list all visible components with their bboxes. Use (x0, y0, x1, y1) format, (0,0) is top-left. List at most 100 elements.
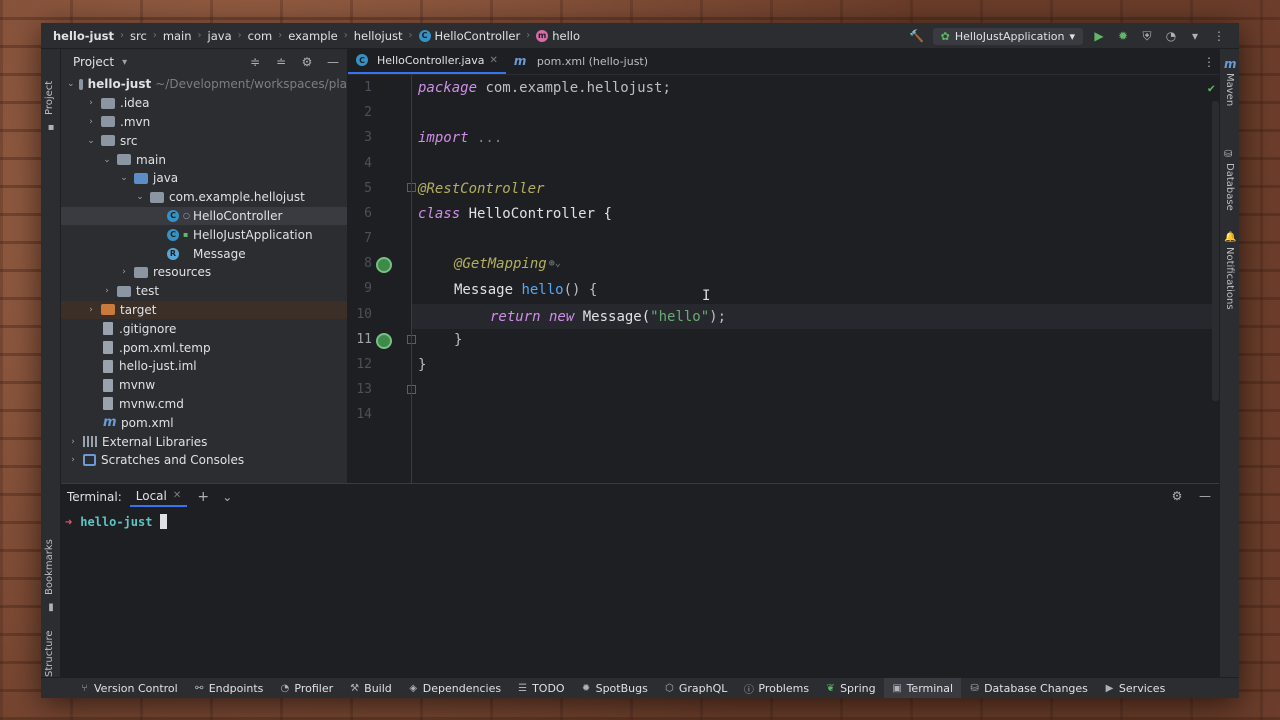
tool-window-bar-bottom: ⑂ Version Control ⚯ Endpoints ◔ Profiler ⚒ B… (41, 677, 1239, 698)
endpoints-button[interactable]: ⚯ Endpoints (186, 678, 272, 699)
services-button[interactable]: ▶ Services (1096, 678, 1173, 699)
tab-pom[interactable]: m pom.xml (hello-just) (506, 48, 656, 74)
graphql-button[interactable]: ⬡ GraphQL (656, 678, 736, 699)
minimize-icon[interactable]: — (1197, 488, 1213, 504)
debug-bug-icon[interactable]: ✹ (1115, 28, 1131, 44)
hammer-build-icon[interactable]: 🔨 (909, 28, 925, 44)
tree-item-external-libraries[interactable]: › External Libraries (61, 432, 347, 451)
terminal-prompt[interactable]: ➜ hello-just (65, 514, 168, 529)
code-line-11: return new Message("hello"); (490, 304, 726, 329)
close-icon[interactable]: ✕ (173, 490, 181, 501)
tree-item-label: .pom.xml.temp (119, 340, 211, 355)
profiler-icon[interactable]: ◔ (1163, 28, 1179, 44)
tree-item-src[interactable]: ⌄ src (61, 131, 347, 150)
info-icon: ⓘ (743, 684, 754, 696)
profiler-button[interactable]: ◔ Profiler (271, 678, 341, 699)
run-icon[interactable]: ▶ (1091, 28, 1107, 44)
close-icon[interactable]: ✕ (490, 55, 498, 66)
tree-item-mvnw-cmd[interactable]: mvnw.cmd (61, 395, 347, 414)
project-tool-button[interactable]: Project (44, 81, 55, 115)
add-icon[interactable]: + (195, 489, 211, 505)
bookmarks-tool-button[interactable]: Bookmarks (44, 539, 55, 595)
spring-button[interactable]: ❦ Spring (817, 678, 884, 699)
spotbugs-button[interactable]: ✹ SpotBugs (573, 678, 656, 699)
minimize-icon[interactable]: — (325, 54, 341, 70)
status-item-label: Terminal (906, 681, 954, 695)
tree-item-message[interactable]: R Message (61, 244, 347, 263)
dependencies-button[interactable]: ◈ Dependencies (400, 678, 509, 699)
chevron-down-icon[interactable]: ▾ (122, 57, 127, 68)
problems-button[interactable]: ⓘ Problems (735, 678, 817, 699)
terminal-button[interactable]: ▣ Terminal (883, 677, 962, 698)
todo-button[interactable]: ☰ TODO (509, 678, 573, 699)
breadcrumb-project[interactable]: hello-just (53, 29, 114, 43)
tab-hello-controller[interactable]: C HelloController.java ✕ (348, 48, 506, 74)
tree-item-target[interactable]: › target (61, 300, 347, 320)
more-actions-chevron-icon[interactable]: ▾ (1187, 28, 1203, 44)
tree-item-iml[interactable]: hello-just.iml (61, 357, 347, 376)
coverage-shield-icon[interactable]: ⛨ (1139, 28, 1155, 44)
tree-item-label: External Libraries (102, 434, 208, 449)
tree-item-idea[interactable]: › .idea (61, 94, 347, 113)
chevron-down-icon: ⌄ (136, 192, 144, 203)
tree-item-mvnw[interactable]: mvnw (61, 376, 347, 395)
code-area[interactable]: 1 2 3 4 5 6 7 8 9 10 11 12 13 14 package… (348, 75, 1219, 483)
tree-item-resources[interactable]: › resources (61, 263, 347, 282)
collapse-all-icon[interactable]: ≐ (273, 54, 289, 70)
build-button[interactable]: ⚒ Build (341, 678, 400, 699)
breadcrumb-hello[interactable]: m hello (536, 29, 580, 43)
spring-endpoint-gutter-icon[interactable] (376, 333, 392, 349)
breadcrumb-java[interactable]: java (208, 29, 232, 43)
tree-item-java[interactable]: ⌄ java (61, 169, 347, 188)
spring-bean-gutter-icon[interactable] (376, 257, 392, 273)
more-vertical-icon[interactable]: ⋮ (1201, 54, 1217, 70)
database-changes-button[interactable]: ⛁ Database Changes (961, 678, 1096, 699)
tree-item-package[interactable]: ⌄ com.example.hellojust (61, 188, 347, 207)
breadcrumb-com[interactable]: com (248, 29, 273, 43)
chevron-down-icon[interactable]: ⌄ (219, 489, 235, 505)
gear-icon[interactable]: ⚙ (299, 54, 315, 70)
tree-item-hello-controller[interactable]: C ○ HelloController (61, 206, 347, 226)
tree-item-pom[interactable]: m pom.xml (61, 413, 347, 432)
line-number: 8 (364, 256, 372, 271)
mouse-text-cursor-icon: I (702, 288, 711, 304)
globe-inlay-icon[interactable]: ⊕⌄ (549, 258, 561, 269)
chevron-right-icon: › (237, 30, 242, 41)
breadcrumb-hellojust[interactable]: hellojust (354, 29, 403, 43)
vertical-scrollbar[interactable] (1212, 101, 1219, 401)
tree-item-test[interactable]: › test (61, 282, 347, 301)
tree-item-root[interactable]: ⌄ hello-just ~/Development/workspaces/pla (61, 75, 347, 94)
tree-item-label: pom.xml (121, 415, 174, 430)
tree-item-main[interactable]: ⌄ main (61, 150, 347, 169)
chevron-right-icon: › (278, 30, 283, 41)
tree-item-hello-app[interactable]: C ▪ HelloJustApplication (61, 225, 347, 244)
gear-icon[interactable]: ⚙ (1169, 488, 1185, 504)
inspection-ok-icon[interactable]: ✔ (1208, 81, 1215, 95)
code-line-13: } (418, 352, 426, 377)
folded-imports[interactable]: ... (469, 130, 502, 146)
version-control-button[interactable]: ⑂ Version Control (71, 678, 186, 699)
file-icon (103, 322, 113, 336)
tree-item-gitignore[interactable]: .gitignore (61, 319, 347, 338)
structure-tool-button[interactable]: Structure (44, 630, 55, 677)
expand-all-icon[interactable]: ≑ (247, 54, 263, 70)
more-vertical-icon[interactable]: ⋮ (1211, 28, 1227, 44)
breadcrumb-src[interactable]: src (130, 29, 147, 43)
project-panel-title[interactable]: Project (73, 55, 114, 69)
notifications-tool-button[interactable]: Notifications (1224, 247, 1235, 310)
keyword: class (418, 205, 461, 222)
terminal-header: Terminal: Local ✕ + ⌄ ⚙ — (61, 484, 1219, 509)
line-number: 7 (364, 231, 372, 246)
line-number: 4 (364, 156, 372, 171)
database-tool-button[interactable]: Database (1224, 163, 1235, 211)
tree-item-mvn[interactable]: › .mvn (61, 113, 347, 132)
tree-item-scratches[interactable]: › Scratches and Consoles (61, 451, 347, 470)
breadcrumb-example[interactable]: example (288, 29, 338, 43)
maven-tool-button[interactable]: Maven (1224, 73, 1235, 106)
tree-item-pom-temp[interactable]: .pom.xml.temp (61, 338, 347, 357)
breadcrumb-main[interactable]: main (163, 29, 192, 43)
status-item-label: TODO (532, 681, 565, 695)
breadcrumb-hellocontroller[interactable]: C HelloController (418, 29, 520, 43)
run-configuration-selector[interactable]: ✿ HelloJustApplication ▾ (932, 27, 1083, 45)
terminal-tab-local[interactable]: Local ✕ (129, 487, 188, 507)
